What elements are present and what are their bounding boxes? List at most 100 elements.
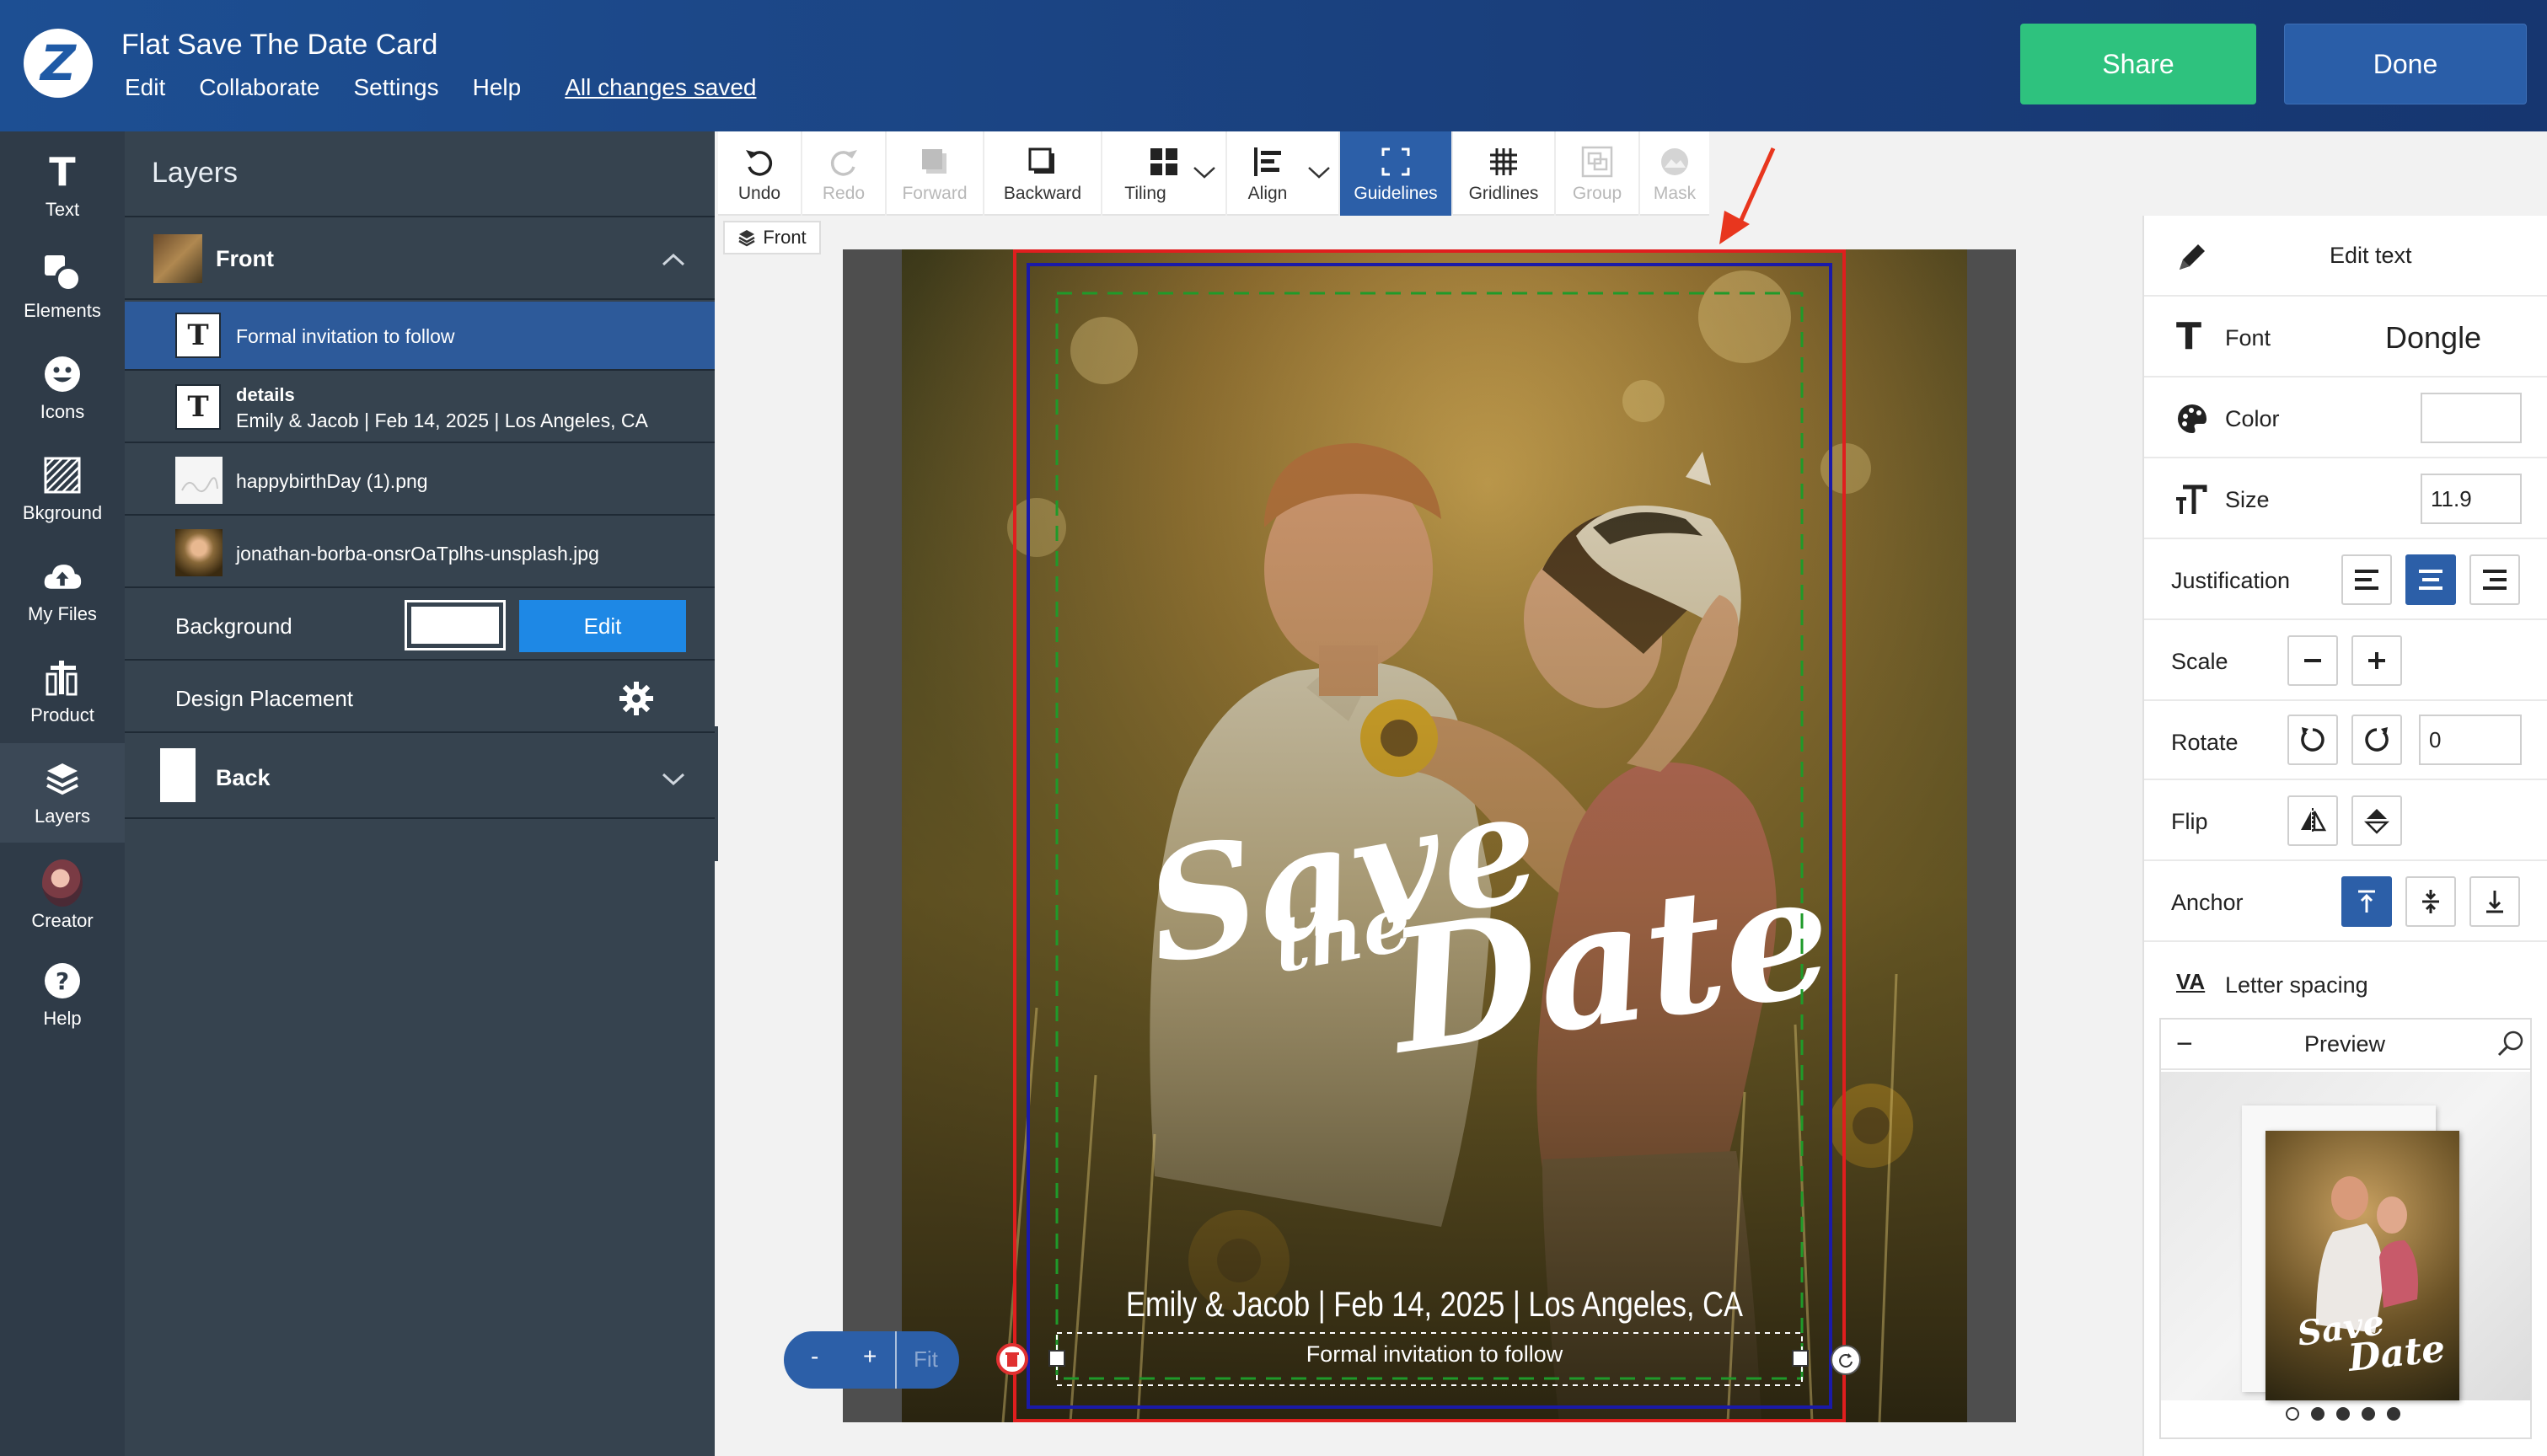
plus-icon bbox=[2368, 652, 2385, 669]
scale-up-button[interactable] bbox=[2351, 635, 2402, 686]
justify-left-button[interactable] bbox=[2341, 554, 2392, 605]
justify-right-button[interactable] bbox=[2469, 554, 2520, 605]
backward-button[interactable]: Backward bbox=[984, 131, 1102, 216]
anchor-row: Anchor bbox=[2144, 861, 2547, 942]
forward-button[interactable]: Forward bbox=[887, 131, 984, 216]
preview-dot-active[interactable] bbox=[2286, 1407, 2299, 1421]
rotate-handle[interactable] bbox=[1831, 1345, 1861, 1375]
chevron-down-icon[interactable] bbox=[1192, 163, 1217, 180]
letter-spacing-row[interactable]: VA Letter spacing bbox=[2144, 942, 2547, 1023]
zoom-control: - + Fit bbox=[784, 1331, 959, 1389]
zoom-fit-button[interactable]: Fit bbox=[914, 1346, 938, 1373]
rotate-left-button[interactable] bbox=[2287, 715, 2338, 765]
text-icon: T bbox=[49, 149, 76, 195]
rail-elements[interactable]: Elements bbox=[0, 238, 125, 337]
chevron-down-icon[interactable] bbox=[1306, 163, 1332, 180]
edit-text-title: Edit text bbox=[2330, 243, 2412, 268]
side-tag[interactable]: Front bbox=[723, 221, 821, 254]
rail-help[interactable]: ? Help bbox=[0, 945, 125, 1045]
scale-row: Scale bbox=[2144, 620, 2547, 701]
menu-settings[interactable]: Settings bbox=[353, 74, 438, 101]
layer-item-label: Emily & Jacob | Feb 14, 2025 | Los Angel… bbox=[236, 410, 648, 431]
anchor-bottom-button[interactable] bbox=[2469, 876, 2520, 927]
zoom-out-button[interactable]: - bbox=[811, 1343, 818, 1370]
mask-icon bbox=[1659, 143, 1691, 180]
flip-horizontal-button[interactable] bbox=[2287, 795, 2338, 846]
delete-handle[interactable] bbox=[996, 1343, 1028, 1375]
rail-background[interactable]: Bkground bbox=[0, 440, 125, 539]
zoom-divider bbox=[895, 1331, 897, 1389]
tool-label: Undo bbox=[737, 184, 781, 203]
share-button[interactable]: Share bbox=[2020, 24, 2256, 104]
align-button[interactable]: Align bbox=[1227, 131, 1340, 216]
anchor-top-button[interactable] bbox=[2341, 876, 2392, 927]
background-edit-button[interactable]: Edit bbox=[519, 600, 686, 652]
preview-dot[interactable] bbox=[2362, 1407, 2375, 1421]
undo-button[interactable]: Undo bbox=[718, 131, 802, 216]
anchor-middle-icon bbox=[2422, 890, 2439, 913]
resize-handle-right[interactable] bbox=[1792, 1350, 1809, 1367]
group-button[interactable]: Group bbox=[1556, 131, 1640, 216]
layer-item-details[interactable]: T details Emily & Jacob | Feb 14, 2025 |… bbox=[125, 372, 715, 443]
anchor-middle-button[interactable] bbox=[2405, 876, 2456, 927]
gear-icon[interactable] bbox=[619, 681, 654, 716]
zazzle-logo[interactable]: Z bbox=[24, 29, 93, 98]
preview-image-area: Save Date bbox=[2161, 1072, 2530, 1400]
group-icon bbox=[1581, 143, 1613, 180]
size-input[interactable]: 11.9 bbox=[2421, 474, 2522, 524]
background-color-swatch[interactable] bbox=[405, 600, 506, 650]
design-placement-row[interactable]: Design Placement bbox=[125, 662, 715, 733]
preview-dot[interactable] bbox=[2387, 1407, 2400, 1421]
tiling-button[interactable]: Tiling bbox=[1102, 131, 1227, 216]
details-text[interactable]: Emily & Jacob | Feb 14, 2025 | Los Angel… bbox=[998, 1284, 1871, 1325]
send-backward-icon bbox=[1026, 143, 1059, 180]
rail-label: Bkground bbox=[22, 502, 103, 523]
align-left-icon bbox=[2355, 570, 2378, 590]
font-value[interactable]: Dongle bbox=[2385, 320, 2481, 356]
layer-item-formal-invitation[interactable]: T Formal invitation to follow bbox=[125, 302, 715, 371]
layer-item-happybirthday-png[interactable]: happybirthDay (1).png bbox=[125, 445, 715, 516]
layer-item-photo-jpg[interactable]: jonathan-borba-onsrOaTplhs-unsplash.jpg bbox=[125, 517, 715, 588]
rail-icons[interactable]: Icons bbox=[0, 339, 125, 438]
text-color-swatch[interactable] bbox=[2421, 393, 2522, 443]
menu-edit[interactable]: Edit bbox=[125, 74, 165, 101]
rail-layers[interactable]: Layers bbox=[0, 743, 125, 843]
mask-button[interactable]: Mask bbox=[1640, 131, 1709, 216]
search-zoom-icon[interactable] bbox=[2496, 1030, 2525, 1058]
flip-vertical-button[interactable] bbox=[2351, 795, 2402, 846]
guidelines-button[interactable]: Guidelines bbox=[1340, 131, 1453, 216]
chevron-down-icon[interactable] bbox=[661, 770, 686, 787]
layer-group-back[interactable]: Back bbox=[125, 735, 715, 819]
align-icon bbox=[1252, 143, 1283, 180]
rail-text[interactable]: T Text bbox=[0, 136, 125, 236]
menu-collaborate[interactable]: Collaborate bbox=[199, 74, 319, 101]
save-status-link[interactable]: All changes saved bbox=[565, 74, 756, 101]
preview-collapse-button[interactable]: − bbox=[2176, 1028, 2193, 1061]
scale-label: Scale bbox=[2171, 649, 2228, 674]
anchor-bottom-icon bbox=[2486, 891, 2503, 913]
redo-button[interactable]: Redo bbox=[802, 131, 887, 216]
menu-help[interactable]: Help bbox=[473, 74, 522, 101]
scale-down-button[interactable] bbox=[2287, 635, 2338, 686]
rail-my-files[interactable]: My Files bbox=[0, 541, 125, 640]
font-row[interactable]: T Font Dongle bbox=[2144, 297, 2547, 377]
layer-group-front[interactable]: Front bbox=[125, 216, 715, 300]
chevron-up-icon[interactable] bbox=[661, 251, 686, 268]
zoom-in-button[interactable]: + bbox=[863, 1343, 877, 1370]
rail-product[interactable]: Product bbox=[0, 642, 125, 741]
gridlines-button[interactable]: Gridlines bbox=[1453, 131, 1556, 216]
done-button[interactable]: Done bbox=[2284, 24, 2527, 104]
card-photo[interactable]: Save the Date Emily & Jacob | Feb 14, 20… bbox=[902, 249, 1967, 1422]
flip-row: Flip bbox=[2144, 780, 2547, 861]
preview-dot[interactable] bbox=[2311, 1407, 2324, 1421]
image-layer-thumbnail bbox=[175, 457, 223, 504]
resize-handle-left[interactable] bbox=[1048, 1350, 1065, 1367]
rail-creator[interactable]: Creator bbox=[0, 848, 125, 947]
justify-center-button[interactable] bbox=[2405, 554, 2456, 605]
anchor-top-icon bbox=[2358, 890, 2375, 913]
rotate-input[interactable]: 0 bbox=[2419, 715, 2522, 765]
rotate-right-button[interactable] bbox=[2351, 715, 2402, 765]
preview-dot[interactable] bbox=[2336, 1407, 2350, 1421]
preview-title: Preview bbox=[2304, 1031, 2386, 1057]
text-layer-icon: T bbox=[175, 384, 221, 430]
